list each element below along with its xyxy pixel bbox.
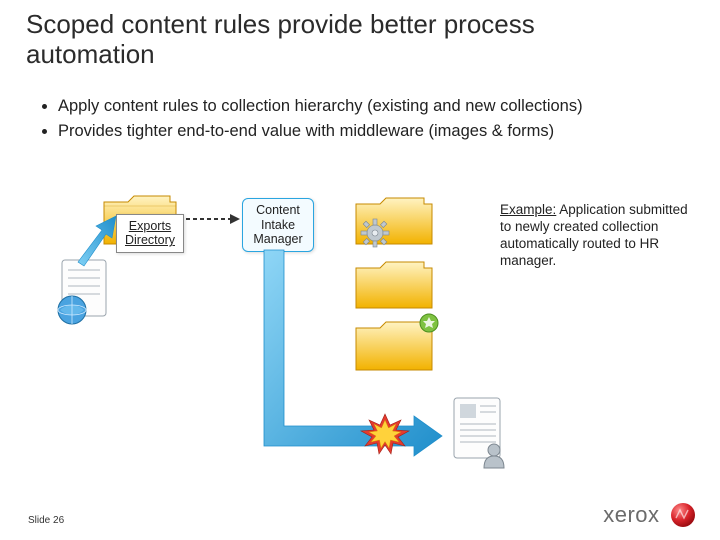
bullet-item: Apply content rules to collection hierar… bbox=[58, 96, 680, 117]
gear-icon bbox=[360, 218, 390, 253]
label-text: Content Intake Manager bbox=[249, 203, 307, 246]
brand-ball-icon bbox=[670, 502, 696, 528]
slide-number: Slide 26 bbox=[28, 515, 64, 526]
new-starburst-icon bbox=[356, 412, 414, 461]
document-person-icon bbox=[446, 394, 510, 477]
label-text: Exports Directory bbox=[125, 219, 175, 247]
bullet-item: Provides tighter end-to-end value with m… bbox=[58, 121, 680, 142]
arrow-dotted-icon bbox=[186, 212, 240, 231]
example-text: Example: Application submitted to newly … bbox=[500, 202, 700, 270]
folder-accent-icon bbox=[418, 312, 440, 339]
brand-logo: xerox bbox=[603, 502, 696, 528]
exports-directory-label: Exports Directory bbox=[116, 214, 184, 253]
brand-name: xerox bbox=[603, 502, 659, 528]
content-intake-box: Content Intake Manager bbox=[242, 198, 314, 252]
arrow-up-icon bbox=[72, 216, 122, 273]
example-prefix: Example: bbox=[500, 202, 556, 217]
bullet-list: Apply content rules to collection hierar… bbox=[40, 96, 680, 145]
slide-title: Scoped content rules provide better proc… bbox=[26, 10, 666, 70]
slide: Scoped content rules provide better proc… bbox=[0, 0, 720, 540]
folder-icon bbox=[352, 254, 436, 314]
